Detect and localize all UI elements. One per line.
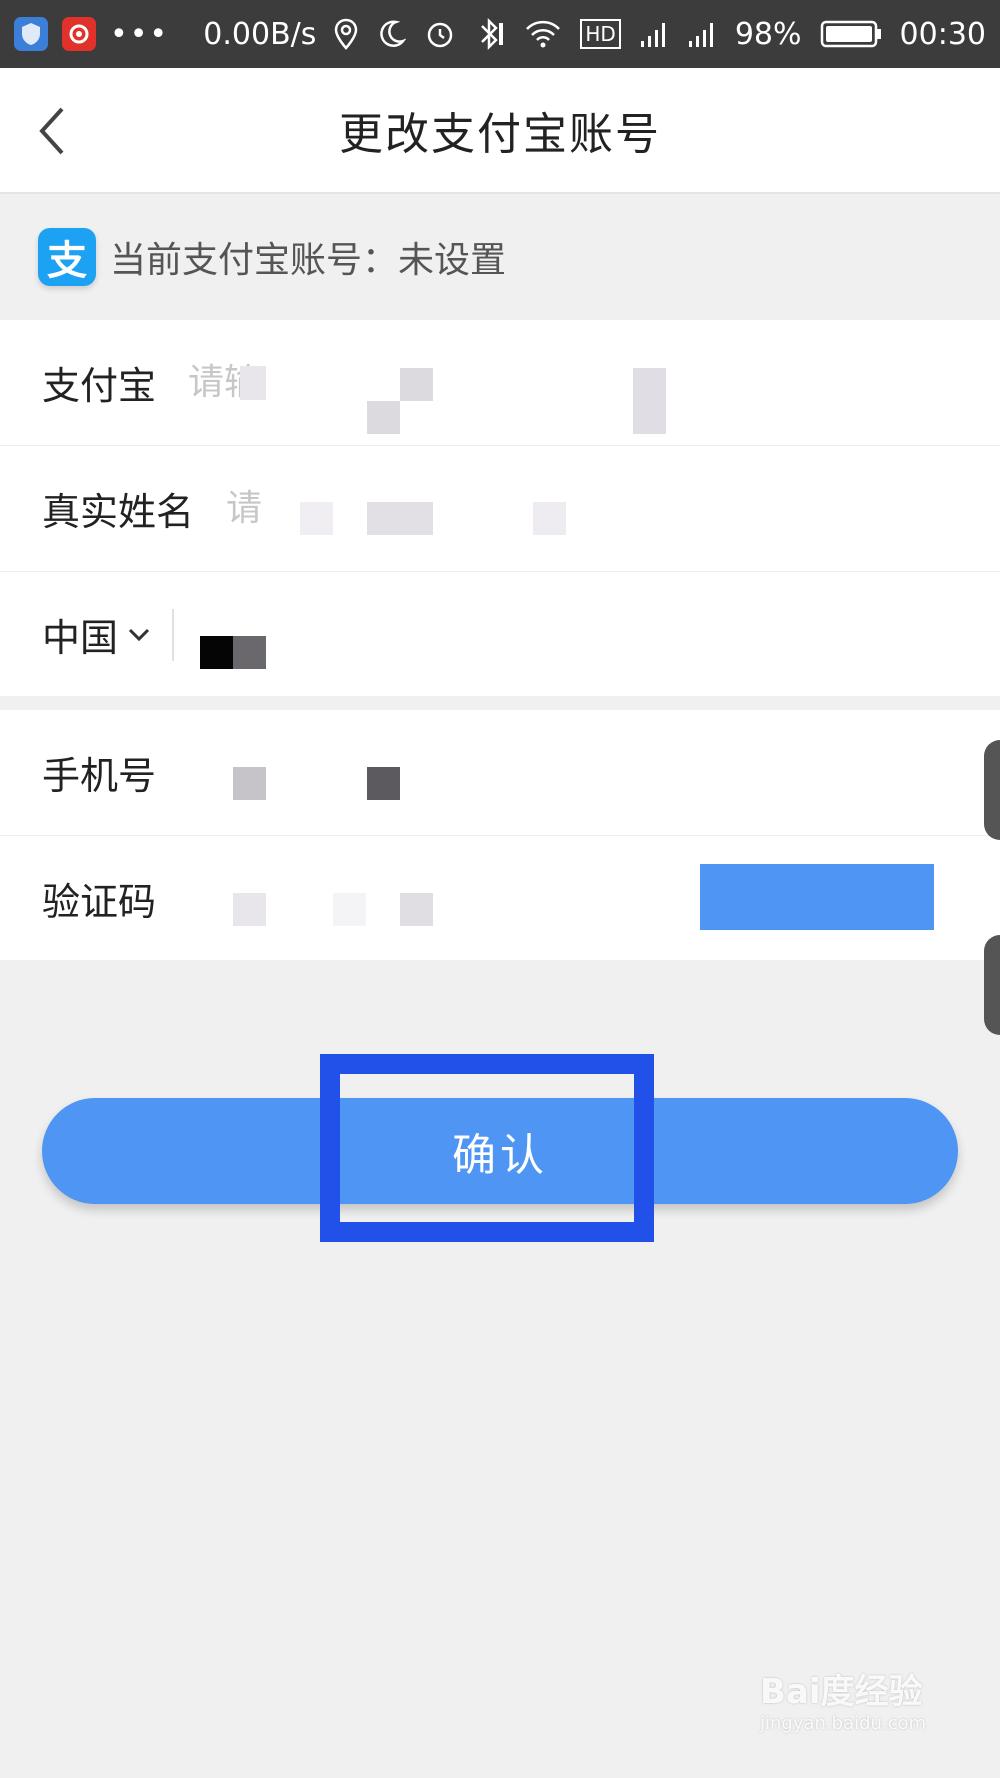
confirm-button[interactable]: 确认 bbox=[42, 1098, 958, 1204]
current-account-banner: 支 当前支付宝账号：未设置 bbox=[0, 194, 1000, 320]
privacy-mosaic bbox=[367, 401, 400, 434]
privacy-mosaic bbox=[233, 636, 266, 669]
netease-music-icon bbox=[62, 17, 96, 51]
signal-icon bbox=[639, 16, 669, 52]
alipay-logo-icon: 支 bbox=[38, 228, 96, 286]
code-label: 验证码 bbox=[42, 880, 157, 924]
watermark-sub: jingyan.baidu.com bbox=[760, 1713, 927, 1734]
page-title: 更改支付宝账号 bbox=[339, 109, 661, 160]
privacy-mosaic bbox=[233, 893, 266, 926]
privacy-mosaic bbox=[400, 893, 433, 926]
alipay-account-row: 支付宝 bbox=[0, 320, 1000, 446]
real-name-label: 真实姓名 bbox=[42, 490, 195, 534]
wifi-icon bbox=[524, 16, 562, 52]
real-name-input[interactable] bbox=[224, 487, 1000, 530]
battery-percent: 98% bbox=[734, 16, 802, 52]
status-bar: ••• 0.00B/s HD 98% 00:30 bbox=[0, 0, 1000, 68]
signal-icon bbox=[687, 16, 717, 52]
privacy-mosaic bbox=[367, 502, 433, 535]
chevron-down-icon bbox=[128, 628, 150, 641]
network-speed: 0.00B/s bbox=[203, 16, 317, 52]
moon-icon bbox=[376, 16, 407, 52]
location-icon bbox=[334, 16, 358, 52]
current-account-text: 当前支付宝账号：未设置 bbox=[110, 240, 507, 281]
country-selector[interactable]: 中国 bbox=[42, 607, 150, 662]
alipay-account-label: 支付宝 bbox=[42, 364, 157, 408]
battery-icon bbox=[820, 16, 882, 52]
privacy-mosaic bbox=[533, 502, 566, 535]
bluetooth-icon bbox=[474, 16, 506, 52]
hd-label: HD bbox=[585, 22, 616, 46]
side-handle[interactable] bbox=[984, 935, 1000, 1035]
hd-icon: HD bbox=[580, 19, 621, 49]
privacy-mosaic bbox=[367, 767, 400, 800]
clock: 00:30 bbox=[899, 16, 986, 52]
country-label: 中国 bbox=[42, 616, 119, 660]
phone-row: 手机号 bbox=[0, 710, 1000, 836]
watermark-main: Bai度经验 bbox=[760, 1672, 923, 1712]
send-code-button[interactable] bbox=[700, 864, 934, 930]
nav-bar: 更改支付宝账号 bbox=[0, 68, 1000, 194]
alipay-logo-char: 支 bbox=[47, 238, 87, 284]
alipay-account-input[interactable] bbox=[186, 361, 1000, 404]
code-row: 验证码 bbox=[0, 836, 1000, 961]
privacy-mosaic bbox=[200, 636, 233, 669]
phone-label: 手机号 bbox=[42, 754, 157, 798]
phone-input[interactable] bbox=[186, 751, 1000, 794]
baidu-watermark: Bai度经验 jingyan.baidu.com bbox=[760, 1664, 950, 1754]
country-divider bbox=[172, 608, 175, 661]
side-handle[interactable] bbox=[984, 740, 1000, 840]
privacy-mosaic bbox=[240, 366, 266, 400]
privacy-mosaic bbox=[333, 893, 366, 926]
account-form-section: 支付宝 真实姓名 中国 bbox=[0, 320, 1000, 696]
alarm-icon bbox=[424, 16, 456, 52]
privacy-mosaic bbox=[233, 767, 266, 800]
shield-icon bbox=[14, 17, 48, 51]
privacy-mosaic bbox=[300, 502, 333, 535]
phone-form-section: 手机号 验证码 bbox=[0, 710, 1000, 960]
country-row: 中国 bbox=[0, 572, 1000, 697]
more-dots-icon: ••• bbox=[110, 16, 170, 52]
privacy-mosaic bbox=[633, 368, 666, 434]
privacy-mosaic bbox=[400, 368, 433, 401]
real-name-row: 真实姓名 bbox=[0, 446, 1000, 572]
